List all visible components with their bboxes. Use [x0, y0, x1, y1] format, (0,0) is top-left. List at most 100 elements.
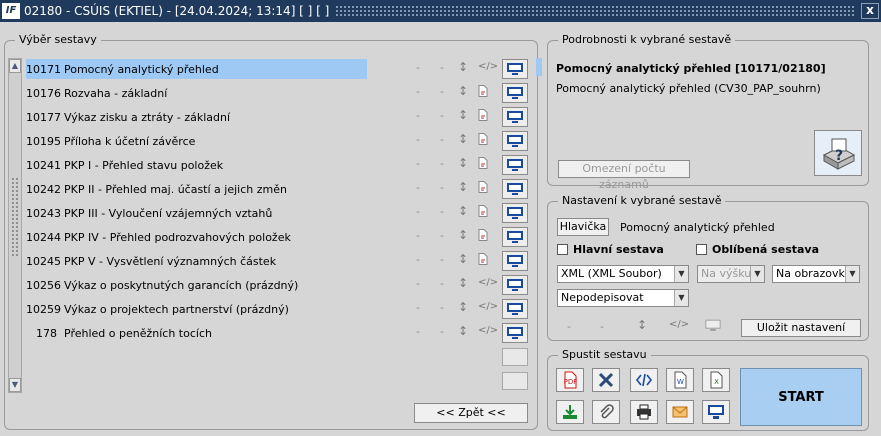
move-icon[interactable]: ↕ [458, 60, 468, 74]
monitor-button[interactable] [502, 83, 528, 103]
report-row[interactable]: 10256 Výkaz o poskytnutých garancích (prá… [26, 274, 536, 296]
move-icon[interactable]: ↕ [458, 324, 468, 338]
pdf-icon[interactable] [478, 253, 488, 268]
move-icon[interactable]: ↕ [458, 300, 468, 314]
signing-select[interactable]: Nepodepisovat ▼ [557, 289, 689, 307]
report-code: 10259 [26, 302, 61, 316]
svg-text:PDF: PDF [564, 378, 578, 386]
move-icon[interactable]: ↕ [458, 156, 468, 170]
monitor-button[interactable] [502, 155, 528, 175]
code-icon[interactable]: </> [478, 277, 498, 288]
report-selection-title: Výběr sestavy [15, 33, 101, 46]
output-select[interactable]: Na obrazovku ▼ [772, 265, 860, 283]
email-button[interactable] [666, 400, 694, 424]
screen-button[interactable] [702, 400, 730, 424]
report-row-label[interactable]: 178 Přehled o peněžních tocích [26, 323, 367, 343]
move-icon[interactable]: ↕ [458, 132, 468, 146]
print-button[interactable] [630, 400, 658, 424]
monitor-button[interactable] [502, 59, 528, 79]
empty-slot-1[interactable] [502, 348, 528, 366]
scroll-grip-icon[interactable] [11, 177, 19, 257]
report-code: 10171 [26, 62, 61, 76]
back-button[interactable]: << Zpět << [414, 403, 528, 423]
report-row[interactable]: 10245 PKP V - Vysvětlení významných částe… [26, 250, 536, 272]
report-row[interactable]: 10195 Příloha k účetní závěrce - - ↕ [26, 130, 536, 152]
tools-button[interactable] [592, 368, 620, 392]
chevron-down-icon: ▼ [674, 266, 688, 282]
report-row-label[interactable]: 10241 PKP I - Přehled stavu položek [26, 155, 367, 175]
report-row-label[interactable]: 10242 PKP II - Přehled maj. účastí a jeji… [26, 179, 367, 199]
help-printer-button[interactable]: ? [814, 130, 862, 176]
report-row-label[interactable]: 10176 Rozvaha - základní [26, 83, 367, 103]
report-row[interactable]: 10242 PKP II - Přehled maj. účastí a jeji… [26, 178, 536, 200]
monitor-button[interactable] [502, 227, 528, 247]
report-list-scrollbar[interactable]: ▲ ▼ [8, 58, 22, 393]
move-icon[interactable]: ↕ [458, 204, 468, 218]
orientation-select[interactable]: Na výšku ▼ [697, 265, 765, 283]
pdf-icon[interactable] [478, 229, 488, 244]
pdf-icon[interactable] [478, 133, 488, 148]
format-select[interactable]: XML (XML Soubor) ▼ [557, 265, 689, 283]
word-button[interactable]: W [666, 368, 694, 392]
detail-subtitle: Pomocný analytický přehled (CV30_PAP_sou… [556, 82, 821, 95]
pdf-icon[interactable] [478, 85, 488, 100]
report-row[interactable]: 10259 Výkaz o projektech partnerství (prá… [26, 298, 536, 320]
move-icon[interactable]: ↕ [458, 228, 468, 242]
row-dash: - [416, 85, 420, 98]
move-icon[interactable]: ↕ [458, 84, 468, 98]
row-dash: - [440, 301, 444, 314]
report-row-label[interactable]: 10245 PKP V - Vysvětlení významných částe… [26, 251, 367, 271]
settings-move-icon: ↕ [637, 318, 648, 332]
report-row-label[interactable]: 10171 Pomocný analytický přehled [26, 59, 367, 79]
xml-button[interactable] [630, 368, 658, 392]
excel-button[interactable]: X [702, 368, 730, 392]
report-row[interactable]: 10244 PKP IV - Přehled podrozvahových pol… [26, 226, 536, 248]
monitor-button[interactable] [502, 251, 528, 271]
report-row-label[interactable]: 10177 Výkaz zisku a ztráty - základní [26, 107, 367, 127]
pdf-icon[interactable] [478, 205, 488, 220]
move-icon[interactable]: ↕ [458, 276, 468, 290]
move-icon[interactable]: ↕ [458, 180, 468, 194]
empty-slot-2[interactable] [502, 372, 528, 390]
monitor-button[interactable] [502, 203, 528, 223]
monitor-button[interactable] [502, 323, 528, 343]
save-settings-button[interactable]: Uložit nastavení [741, 319, 861, 337]
scroll-up-button[interactable]: ▲ [9, 59, 21, 73]
code-icon[interactable]: </> [478, 301, 498, 312]
monitor-button[interactable] [502, 179, 528, 199]
report-row-label[interactable]: 10243 PKP III - Vyloučení vzájemných vzta… [26, 203, 367, 223]
header-button[interactable]: Hlavička [557, 218, 609, 236]
monitor-button[interactable] [502, 299, 528, 319]
report-name: PKP II - Přehled maj. účastí a jejich zm… [64, 182, 287, 196]
pdf-button[interactable]: PDF [556, 368, 584, 392]
report-row[interactable]: 10243 PKP III - Vyloučení vzájemných vzta… [26, 202, 536, 224]
move-icon[interactable]: ↕ [458, 252, 468, 266]
report-row-label[interactable]: 10195 Příloha k účetní závěrce [26, 131, 367, 151]
report-row[interactable]: 178 Přehled o peněžních tocích - - ↕ </> [26, 322, 536, 344]
attach-button[interactable] [592, 400, 620, 424]
report-row-label[interactable]: 10256 Výkaz o poskytnutých garancích (prá… [26, 275, 367, 295]
report-row-label[interactable]: 10244 PKP IV - Přehled podrozvahových pol… [26, 227, 367, 247]
pdf-icon[interactable] [478, 181, 488, 196]
report-row[interactable]: 10171 Pomocný analytický přehled - - ↕ </> [26, 58, 536, 80]
report-row-label[interactable]: 10259 Výkaz o projektech partnerství (prá… [26, 299, 367, 319]
scroll-down-button[interactable]: ▼ [9, 378, 21, 392]
main-report-checkbox[interactable] [557, 244, 568, 255]
monitor-button[interactable] [502, 107, 528, 127]
report-row[interactable]: 10177 Výkaz zisku a ztráty - základní - - ↕ [26, 106, 536, 128]
pdf-icon[interactable] [478, 157, 488, 172]
report-row[interactable]: 10176 Rozvaha - základní - - ↕ [26, 82, 536, 104]
monitor-button[interactable] [502, 131, 528, 151]
limit-records-button[interactable]: Omezení počtu záznamů [558, 160, 690, 191]
move-icon[interactable]: ↕ [458, 108, 468, 122]
report-row[interactable]: 10241 PKP I - Přehled stavu položek - - ↕ [26, 154, 536, 176]
start-button[interactable]: START [740, 368, 862, 426]
pdf-icon[interactable] [478, 109, 488, 124]
code-icon[interactable]: </> [478, 325, 498, 336]
download-button[interactable] [556, 400, 584, 424]
code-icon[interactable]: </> [478, 61, 498, 72]
favorite-checkbox[interactable] [696, 244, 707, 255]
row-dash: - [416, 133, 420, 146]
close-window-button[interactable]: x [861, 3, 879, 19]
monitor-button[interactable] [502, 275, 528, 295]
